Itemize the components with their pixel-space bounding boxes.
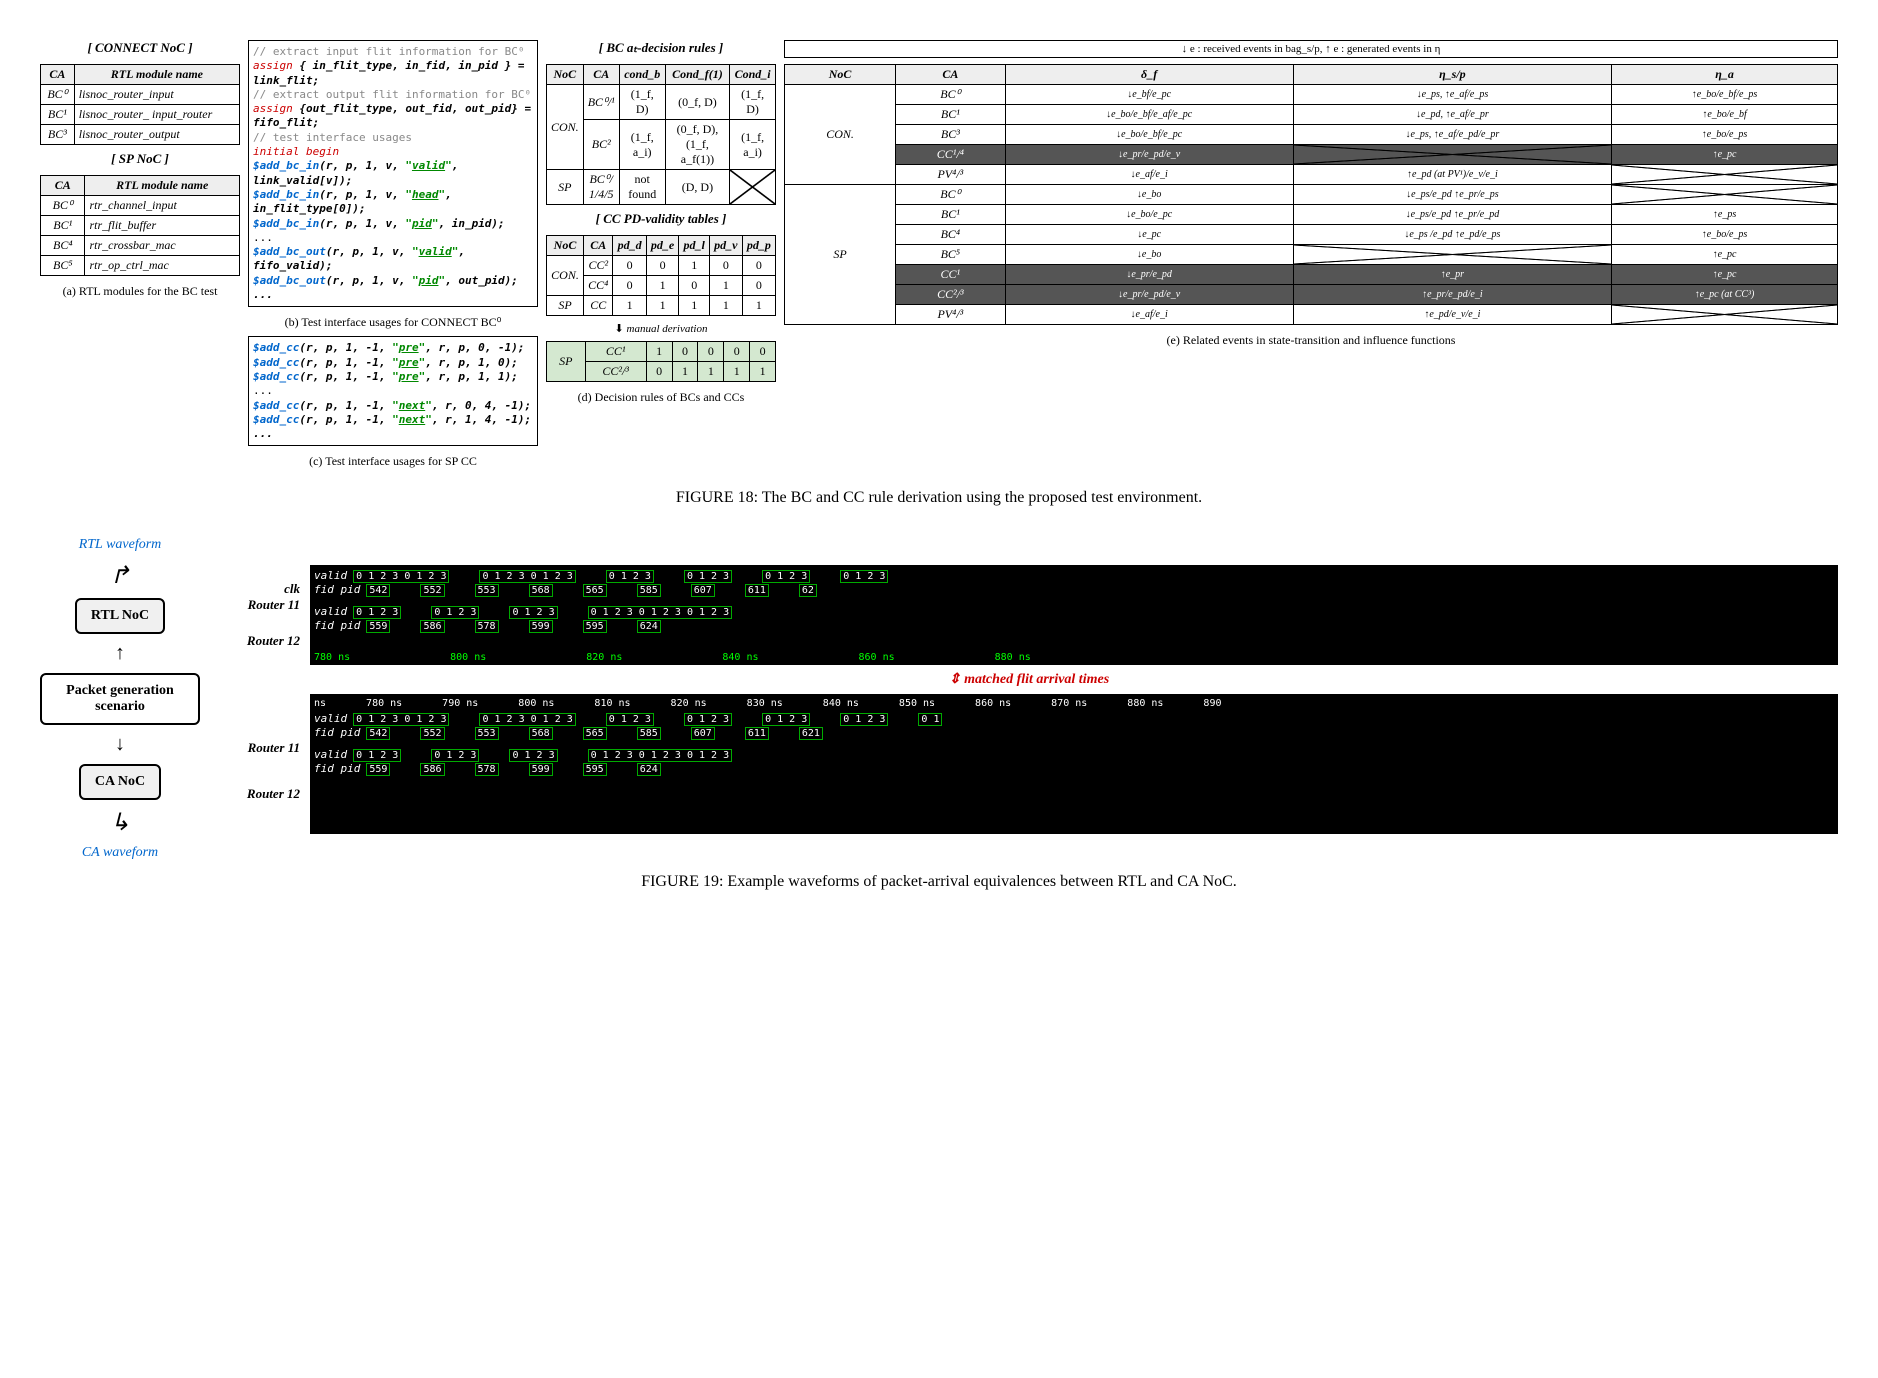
ca-waveform-viewer: ns780 ns790 ns800 ns810 ns820 ns830 ns84… (310, 694, 1838, 834)
legend-e: ↓ e : received events in bag_s/p, ↑ e : … (784, 40, 1838, 58)
bc-rules-table: NoCCAcond_bCond_f(1)Cond_iCON.BC⁰/¹(1_f,… (546, 64, 776, 205)
cell: BC¹ (41, 216, 85, 236)
arrow-icon: ↳ (110, 808, 130, 837)
figure-19: RTL waveform ↱ RTL NoC ↑ Packet generati… (40, 537, 1838, 861)
sp-noc-title: [ SP NoC ] (40, 151, 240, 167)
code-box-b: // extract input flit information for BC… (248, 40, 538, 307)
cc-pd-derived-table: SPCC¹10000CC²/³01111 (546, 341, 776, 382)
ca-waveform-label: CA waveform (82, 845, 158, 861)
col-e-events: ↓ e : received events in bag_s/p, ↑ e : … (784, 40, 1838, 469)
th-ca: CA (41, 176, 85, 196)
cell: rtr_crossbar_mac (85, 236, 240, 256)
figure-19-caption: FIGURE 19: Example waveforms of packet-a… (40, 873, 1838, 891)
sp-noc-table: CARTL module name BC⁰rtr_channel_input B… (40, 175, 240, 276)
figure-18-caption: FIGURE 18: The BC and CC rule derivation… (40, 489, 1838, 507)
router12-label: Router 12 (220, 786, 300, 802)
th-rtl: RTL module name (74, 65, 239, 85)
connect-noc-table: CARTL module name BC⁰lisnoc_router_input… (40, 64, 240, 145)
th-rtl: RTL module name (85, 176, 240, 196)
cell: BC³ (41, 125, 75, 145)
flow-diagram: RTL waveform ↱ RTL NoC ↑ Packet generati… (40, 537, 200, 861)
caption-e: (e) Related events in state-transition a… (784, 333, 1838, 348)
cell: BC⁵ (41, 256, 85, 276)
col-a-tables: [ CONNECT NoC ] CARTL module name BC⁰lis… (40, 40, 240, 469)
figure-18: [ CONNECT NoC ] CARTL module name BC⁰lis… (40, 40, 1838, 469)
packet-gen-box: Packet generation scenario (40, 673, 200, 725)
cell: BC⁰ (41, 85, 75, 105)
cell: rtr_op_ctrl_mac (85, 256, 240, 276)
arrow-icon: ↑ (115, 642, 125, 665)
cell: rtr_channel_input (85, 196, 240, 216)
cell: lisnoc_router_ input_router (74, 105, 239, 125)
clk-label: clk (220, 581, 300, 597)
rtl-waveform-label: RTL waveform (79, 537, 162, 553)
caption-c: (c) Test interface usages for SP CC (248, 454, 538, 469)
cell: BC⁴ (41, 236, 85, 256)
manual-deriv-arrow: ⬇ manual derivation (546, 322, 776, 335)
arrow-icon: ↓ (115, 733, 125, 756)
events-table: NoCCAδ_fη_s/pη_aCON.BC⁰↓e_bf/e_pc↓e_ps, … (784, 64, 1838, 325)
cell: lisnoc_router_output (74, 125, 239, 145)
th-ca: CA (41, 65, 75, 85)
cc-pd-title: [ CC PD-validity tables ] (546, 211, 776, 227)
cell: BC¹ (41, 105, 75, 125)
ca-noc-box: CA NoC (79, 764, 161, 800)
arrow-icon: ↱ (110, 561, 130, 590)
connect-noc-title: [ CONNECT NoC ] (40, 40, 240, 56)
router12-label: Router 12 (220, 633, 300, 649)
caption-b: (b) Test interface usages for CONNECT BC… (248, 315, 538, 330)
router11-label: Router 11 (220, 597, 300, 613)
cc-pd-table: NoCCApd_dpd_epd_lpd_vpd_pCON.CC²00100CC⁴… (546, 235, 776, 316)
bc-rules-title: [ BC aₜ-decision rules ] (546, 40, 776, 56)
caption-a: (a) RTL modules for the BC test (40, 284, 240, 299)
col-d-rules: [ BC aₜ-decision rules ] NoCCAcond_bCond… (546, 40, 776, 469)
cell: rtr_flit_buffer (85, 216, 240, 236)
col-bc-code: // extract input flit information for BC… (248, 40, 538, 469)
rtl-noc-box: RTL NoC (75, 598, 165, 634)
cell: lisnoc_router_input (74, 85, 239, 105)
caption-d: (d) Decision rules of BCs and CCs (546, 390, 776, 405)
wave-column: clk Router 11 Router 12 valid 0 1 2 3 0 … (220, 565, 1838, 834)
router11-label: Router 11 (220, 740, 300, 756)
matched-label: ⇕ matched flit arrival times (220, 671, 1838, 688)
code-box-c: $add_cc(r, p, 1, -1, "pre", r, p, 0, -1)… (248, 336, 538, 446)
rtl-waveform-viewer: valid 0 1 2 3 0 1 2 30 1 2 3 0 1 2 30 1 … (310, 565, 1838, 665)
rtl-wave-row: clk Router 11 Router 12 valid 0 1 2 3 0 … (220, 565, 1838, 665)
ca-wave-row: Router 11 Router 12 ns780 ns790 ns800 ns… (220, 694, 1838, 834)
cell: BC⁰ (41, 196, 85, 216)
